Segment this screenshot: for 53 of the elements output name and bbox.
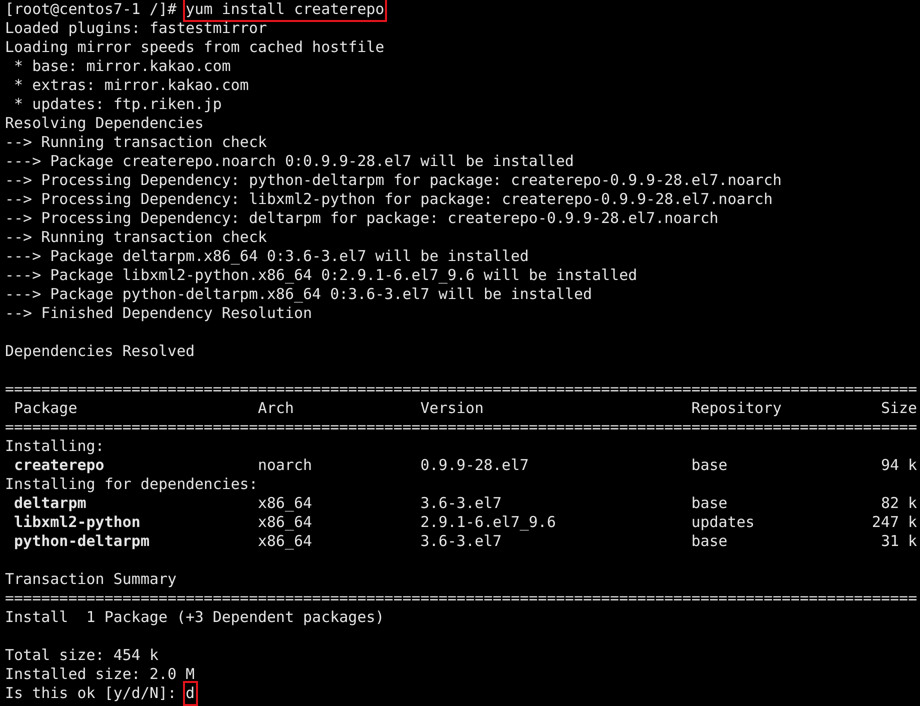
table-cell-text: 94 k (880, 456, 918, 475)
terminal-line: ---> Package libxml2-python.x86_64 0:2.9.1-6.el7_9.6 will be installed (5, 266, 638, 285)
terminal-line: --> Processing Dependency: python-deltarpm for package: createrepo-0.9.9-28.el7.noarch (5, 171, 782, 190)
shell-prompt: [root@centos7-1 /]# (5, 0, 178, 19)
terminal-line: * updates: ftp.riken.jp (13, 95, 222, 114)
terminal-line: Resolving Dependencies (5, 114, 204, 133)
terminal-line: Install 1 Package (+3 Dependent packages) (5, 608, 384, 627)
terminal-line: Installing for dependencies: (5, 475, 258, 494)
table-cell-text: 3.6-3.el7 (420, 532, 503, 551)
table-cell-text: 82 k (880, 494, 918, 513)
terminal-line: Transaction Summary (5, 570, 177, 589)
table-cell-text: 247 k (870, 513, 918, 532)
table-cell-text: 0.9.9-28.el7 (420, 456, 530, 475)
terminal-line: --> Running transaction check (5, 133, 267, 152)
terminal-line: Loaded plugins: fastestmirror (5, 19, 267, 38)
table-cell-text: 3.6-3.el7 (420, 494, 503, 513)
table-cell-text: noarch (258, 456, 314, 475)
terminal-line: * extras: mirror.kakao.com (13, 76, 249, 95)
table-cell-text: python-deltarpm (14, 532, 150, 551)
table-cell-text: 2.9.1-6.el7_9.6 (420, 513, 557, 532)
separator-line: ===================================================================================================== (5, 380, 918, 399)
terminal-line: * base: mirror.kakao.com (13, 57, 231, 76)
table-cell-text: libxml2-python (14, 513, 142, 532)
terminal-line: Loading mirror speeds from cached hostfile (5, 38, 384, 57)
table-cell-text: base (691, 494, 728, 513)
table-cell-text: 31 k (880, 532, 918, 551)
terminal-line: --> Running transaction check (5, 228, 267, 247)
table-cell-text: base (691, 456, 728, 475)
table-cell-text: x86_64 (258, 532, 314, 551)
separator-line: ===================================================================================================== (5, 589, 918, 608)
shell-prompt: Is this ok [y/d/N]: (5, 684, 178, 703)
column-header: Repository (691, 399, 783, 418)
terminal-line: Installing: (5, 437, 104, 456)
terminal-line: Installed size: 2.0 M (5, 665, 195, 684)
terminal-line: --> Processing Dependency: deltarpm for package: createrepo-0.9.9-28.el7.noarch (5, 209, 718, 228)
column-header: Arch (258, 399, 295, 418)
table-cell-text: updates (691, 513, 756, 532)
terminal-line: ---> Package python-deltarpm.x86_64 0:3.6-3.el7 will be installed (5, 285, 592, 304)
column-header: Size (880, 399, 918, 418)
table-cell-text: x86_64 (258, 513, 314, 532)
table-cell-text: deltarpm (14, 494, 88, 513)
table-cell-text: base (691, 532, 728, 551)
terminal-line: ---> Package createrepo.noarch 0:0.9.9-28.el7 will be installed (5, 152, 574, 171)
column-header: Version (420, 399, 485, 418)
terminal-line: --> Finished Dependency Resolution (5, 304, 312, 323)
terminal-line: --> Processing Dependency: libxml2-python for package: createrepo-0.9.9-28.el7.noarch (5, 190, 773, 209)
table-cell-text: createrepo (14, 456, 106, 475)
terminal-line: Total size: 454 k (5, 646, 159, 665)
column-header: Package (14, 399, 78, 418)
terminal-line: Dependencies Resolved (5, 342, 195, 361)
separator-line: ===================================================================================================== (5, 418, 918, 437)
table-cell-text: x86_64 (258, 494, 314, 513)
terminal-line: ---> Package deltarpm.x86_64 0:3.6-3.el7 will be installed (5, 247, 529, 266)
